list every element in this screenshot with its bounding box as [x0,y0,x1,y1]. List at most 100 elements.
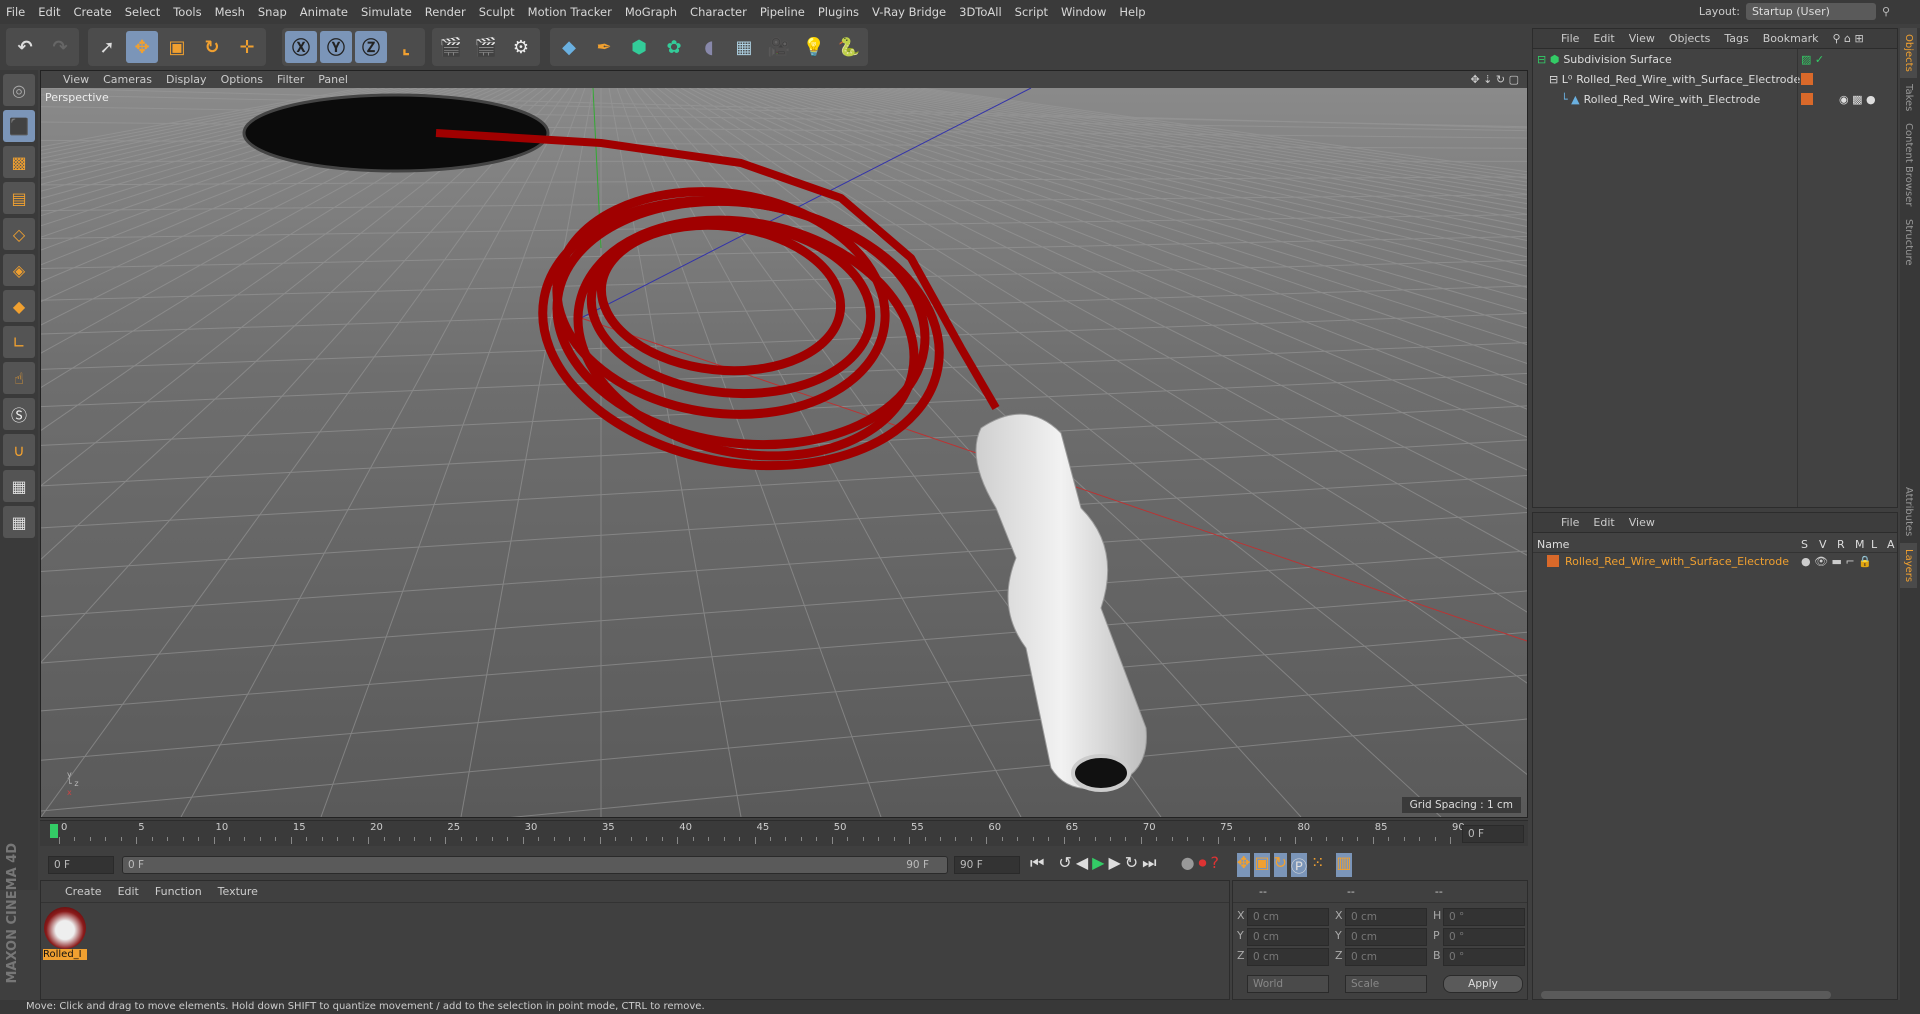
om-menu-bookmark[interactable]: Bookmark [1763,32,1819,45]
scale-tool-icon[interactable]: ▣ [161,31,193,63]
material-tag-icons[interactable]: ◉ ▩ ● [1839,93,1876,106]
layer-row[interactable]: Rolled_Red_Wire_with_Surface_Electrode ●… [1533,553,1897,569]
viewport[interactable]: View Cameras Display Options Filter Pane… [40,70,1528,818]
coord-value-field[interactable]: 0 cm [1345,948,1427,966]
workplane-mode-icon[interactable]: ▤ [3,182,35,214]
menu-mograph[interactable]: MoGraph [625,5,677,19]
viewport-menu-display[interactable]: Display [166,73,207,86]
coord-mode-dropdown[interactable]: World [1247,975,1329,993]
coord-value-field[interactable]: 0 cm [1247,948,1329,966]
pen-icon[interactable]: ✒ [588,31,620,63]
tweak-mode-icon[interactable]: ☝ [3,362,35,394]
material-menu-texture[interactable]: Texture [218,885,258,898]
play-icon[interactable]: ▶ [1092,853,1104,877]
om-menu-view[interactable]: View [1629,32,1655,45]
texture-mode-icon[interactable]: ▩ [3,146,35,178]
menu-sculpt[interactable]: Sculpt [479,5,515,19]
record-icon[interactable]: ● [1181,853,1195,877]
redo-icon[interactable]: ↷ [44,31,76,63]
model-mode-icon[interactable]: ⬛ [3,110,35,142]
previous-frame-icon[interactable]: ◀ [1076,853,1088,877]
planar-workplane-icon[interactable]: ▦ [3,506,35,538]
viewport-menu-cameras[interactable]: Cameras [103,73,152,86]
key-parameter-icon[interactable]: Ⓟ [1290,853,1307,877]
render-picture-viewer-icon[interactable]: 🎬 [470,31,502,63]
layout-dropdown[interactable]: Startup (User) [1745,3,1876,20]
object-row[interactable]: ⊟ ⬢ Subdivision Surface ▨ ✓ [1533,49,1897,69]
subdivision-icon[interactable]: ⬢ [623,31,655,63]
current-frame-field[interactable]: 0 F [48,856,114,874]
end-frame-field[interactable]: 90 F [954,856,1020,874]
menu-pipeline[interactable]: Pipeline [760,5,805,19]
viewport-menu-filter[interactable]: Filter [277,73,304,86]
menu-vray-bridge[interactable]: V-Ray Bridge [872,5,946,19]
render-settings-icon[interactable]: ⚙ [505,31,537,63]
material-menu-edit[interactable]: Edit [118,885,139,898]
om-menu-edit[interactable]: Edit [1593,32,1614,45]
key-pla-icon[interactable]: ⁙ [1311,853,1324,877]
coord-value-field[interactable]: 0 ° [1443,948,1525,966]
select-tool-icon[interactable]: ➚ [91,31,123,63]
y-axis-icon[interactable]: Ⓨ [320,31,352,63]
layer-toggles[interactable]: ● 👁 ▬ ⌐ 🔒 [1801,555,1872,568]
menu-select[interactable]: Select [125,5,160,19]
range-slider[interactable]: 0 F 90 F [122,856,948,874]
axis-mode-icon[interactable]: ∟ [3,326,35,358]
menu-plugins[interactable]: Plugins [818,5,859,19]
tab-layers[interactable]: Layers [1900,542,1917,588]
om-menu-objects[interactable]: Objects [1669,32,1711,45]
make-editable-icon[interactable]: ◎ [3,74,35,106]
deformer-icon[interactable]: ◖ [693,31,725,63]
om-tools-icons[interactable]: ⚲ ⌂ ⊞ [1833,32,1864,45]
coord-value-field[interactable]: 0 cm [1345,928,1427,946]
go-to-start-icon[interactable]: ⏮ [1030,853,1044,877]
visibility-check-icon[interactable]: ▨ ✓ [1801,53,1824,66]
menu-character[interactable]: Character [690,5,747,19]
keyframe-selection-icon[interactable]: ? [1211,853,1220,877]
material-menu-create[interactable]: Create [65,885,102,898]
lm-menu-view[interactable]: View [1629,516,1655,529]
viewport-menu-options[interactable]: Options [221,73,263,86]
move-tool-icon[interactable]: ✥ [126,31,158,63]
menu-mesh[interactable]: Mesh [215,5,245,19]
workplane-lock-icon[interactable]: ▦ [3,470,35,502]
render-view-icon[interactable]: 🎬 [435,31,467,63]
menu-simulate[interactable]: Simulate [361,5,412,19]
x-axis-icon[interactable]: Ⓧ [285,31,317,63]
tab-structure[interactable]: Structure [1900,213,1917,272]
points-mode-icon[interactable]: ◇ [3,218,35,250]
object-row[interactable]: └ ▲ Rolled_Red_Wire_with_Electrode ◉ ▩ ● [1533,89,1897,109]
coord-value-field[interactable]: 0 ° [1443,908,1525,926]
floor-icon[interactable]: ▦ [728,31,760,63]
tab-takes[interactable]: Takes [1900,78,1917,117]
apply-button[interactable]: Apply [1443,975,1523,993]
horizontal-scrollbar[interactable] [1541,991,1831,999]
menu-render[interactable]: Render [425,5,466,19]
lm-menu-file[interactable]: File [1561,516,1579,529]
coordinate-system-icon[interactable]: ⌞ [390,31,422,63]
python-icon[interactable]: 🐍 [833,31,865,63]
menu-window[interactable]: Window [1061,5,1106,19]
menu-tools[interactable]: Tools [173,5,201,19]
previous-key-icon[interactable]: ↺ [1058,853,1071,877]
tab-attributes[interactable]: Attributes [1900,481,1917,542]
menu-motion-tracker[interactable]: Motion Tracker [528,5,612,19]
next-frame-icon[interactable]: ▶ [1108,853,1120,877]
edges-mode-icon[interactable]: ◈ [3,254,35,286]
om-menu-file[interactable]: File [1561,32,1579,45]
mograph-cloner-icon[interactable]: ✿ [658,31,690,63]
search-icon[interactable]: ⚲ [1882,5,1890,18]
object-row[interactable]: ⊟ L⁰ Rolled_Red_Wire_with_Surface_Electr… [1533,69,1897,89]
go-to-end-icon[interactable]: ⏭ [1142,853,1156,877]
key-scale-icon[interactable]: ▣ [1254,853,1270,877]
rotate-tool-icon[interactable]: ↻ [196,31,228,63]
menu-edit[interactable]: Edit [38,5,60,19]
coord-value-field[interactable]: 0 ° [1443,928,1525,946]
undo-icon[interactable]: ↶ [9,31,41,63]
layer-color-swatch[interactable] [1547,555,1559,567]
key-rotation-icon[interactable]: ↻ [1273,853,1287,877]
material-swatch[interactable]: Rolled_I [43,907,87,969]
menu-create[interactable]: Create [74,5,112,19]
tab-content-browser[interactable]: Content Browser [1900,117,1917,212]
coord-value-field[interactable]: 0 cm [1247,908,1329,926]
